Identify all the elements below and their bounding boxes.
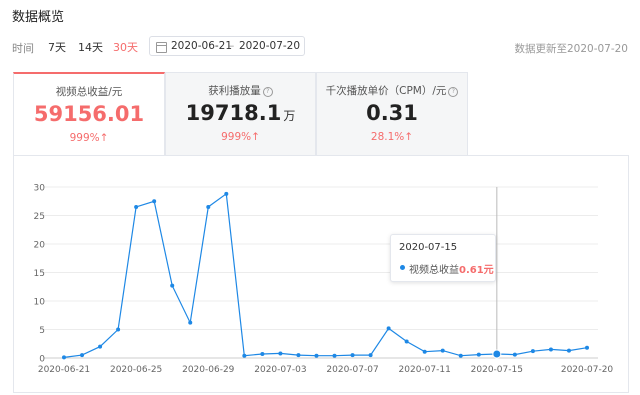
y-tick-label: 15 bbox=[34, 269, 45, 279]
data-point bbox=[492, 349, 502, 359]
data-point bbox=[585, 345, 589, 350]
y-tick-label: 20 bbox=[34, 241, 46, 251]
x-axis-ticks: 2020-06-21 2020-06-25 2020-06-29 2020-07-03… bbox=[38, 365, 614, 375]
data-point bbox=[530, 349, 535, 354]
data-point bbox=[224, 191, 229, 196]
chart-grid bbox=[44, 186, 598, 359]
data-point bbox=[440, 348, 445, 353]
x-tick-label: 2020-06-21 bbox=[38, 365, 90, 375]
data-point bbox=[404, 339, 409, 344]
revenue-line-chart[interactable]: 051015202530 2020-06-21 2020-06-25 2020-06… bbox=[0, 0, 640, 395]
data-point bbox=[260, 352, 265, 357]
data-point bbox=[512, 352, 517, 357]
data-point bbox=[548, 347, 553, 352]
y-tick-label: 0 bbox=[39, 355, 45, 365]
y-tick-label: 10 bbox=[34, 298, 46, 308]
x-tick-label: 2020-07-03 bbox=[254, 365, 306, 375]
data-point bbox=[314, 353, 319, 358]
data-point bbox=[170, 283, 175, 288]
data-point bbox=[134, 204, 139, 209]
tooltip-value: 0.61元 bbox=[459, 265, 494, 276]
data-point bbox=[278, 351, 283, 356]
data-point bbox=[152, 199, 157, 204]
series-dot-icon bbox=[400, 265, 405, 270]
x-tick-label: 2020-07-20 bbox=[561, 365, 614, 375]
data-point bbox=[206, 204, 211, 209]
data-point bbox=[188, 320, 193, 325]
data-points bbox=[62, 191, 589, 360]
chart-tooltip: 2020-07-15 视频总收益 0.61元 bbox=[390, 234, 496, 282]
data-point bbox=[80, 353, 85, 358]
data-point bbox=[62, 355, 66, 360]
data-point bbox=[98, 344, 103, 349]
y-axis-ticks: 0 5 10 15 20 25 30 bbox=[34, 184, 46, 365]
tooltip-date: 2020-07-15 bbox=[399, 242, 458, 253]
x-tick-label: 2020-07-07 bbox=[326, 365, 378, 375]
x-tick-label: 2020-07-11 bbox=[399, 365, 451, 375]
data-point bbox=[566, 348, 571, 353]
data-point bbox=[476, 352, 481, 357]
y-tick-label: 5 bbox=[39, 326, 45, 336]
tooltip-series-name: 视频总收益 bbox=[409, 265, 459, 276]
data-point bbox=[350, 353, 355, 358]
data-point bbox=[116, 327, 121, 332]
data-point bbox=[386, 326, 391, 331]
data-point bbox=[458, 353, 463, 358]
data-point bbox=[242, 353, 247, 358]
y-tick-label: 30 bbox=[34, 184, 46, 194]
data-point bbox=[332, 353, 337, 358]
y-tick-label: 25 bbox=[34, 212, 45, 222]
x-tick-label: 2020-06-25 bbox=[110, 365, 162, 375]
series-line bbox=[63, 192, 588, 358]
x-tick-label: 2020-06-29 bbox=[182, 365, 235, 375]
data-point bbox=[422, 349, 427, 354]
data-point bbox=[296, 353, 301, 358]
data-point bbox=[368, 353, 373, 358]
x-tick-label: 2020-07-15 bbox=[471, 365, 523, 375]
